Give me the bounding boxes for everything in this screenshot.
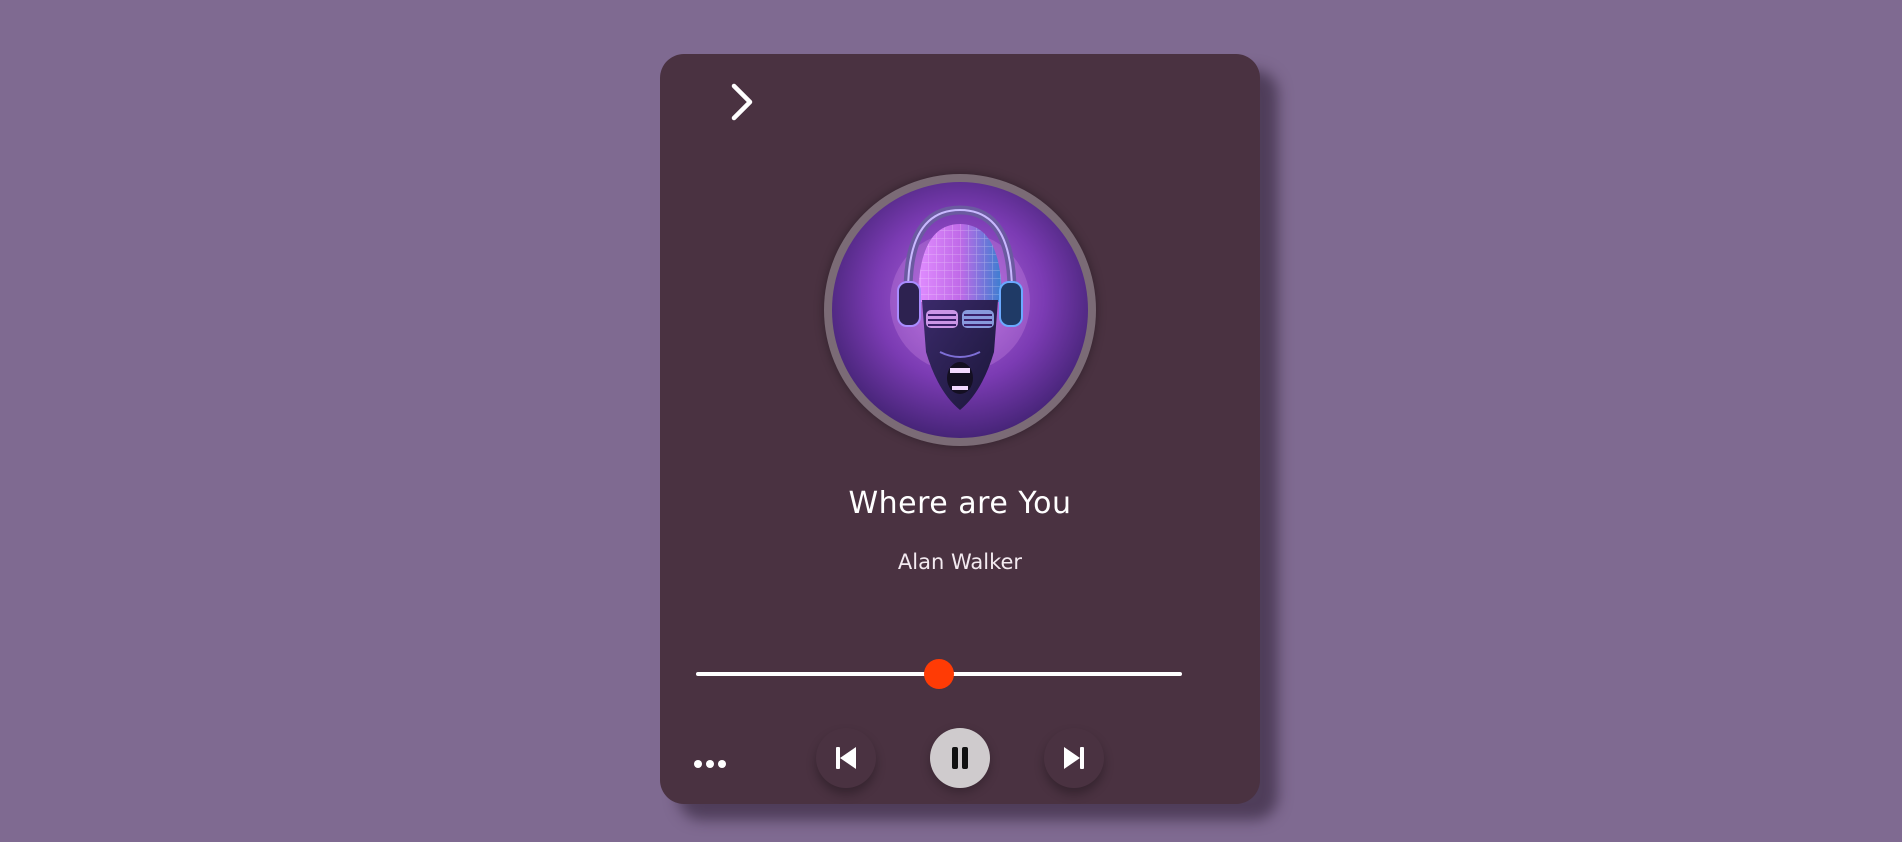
track-artist: Alan Walker [897,550,1023,574]
album-art [832,182,1088,438]
play-pause-button[interactable] [930,728,990,788]
previous-button[interactable] [816,728,876,788]
album-art-frame [824,174,1096,446]
pause-icon [952,747,968,769]
progress-slider[interactable] [696,659,1182,689]
track-title: Where are You [848,486,1072,521]
more-dots-icon [694,760,726,768]
skip-next-icon [1064,747,1084,769]
progress-thumb[interactable] [924,659,954,689]
more-options-button[interactable] [688,748,732,780]
back-button[interactable] [720,76,764,128]
skip-previous-icon [836,747,856,769]
chevron-right-icon [731,83,753,121]
player-card: Where are You Alan Walker [660,54,1260,804]
next-button[interactable] [1044,728,1104,788]
